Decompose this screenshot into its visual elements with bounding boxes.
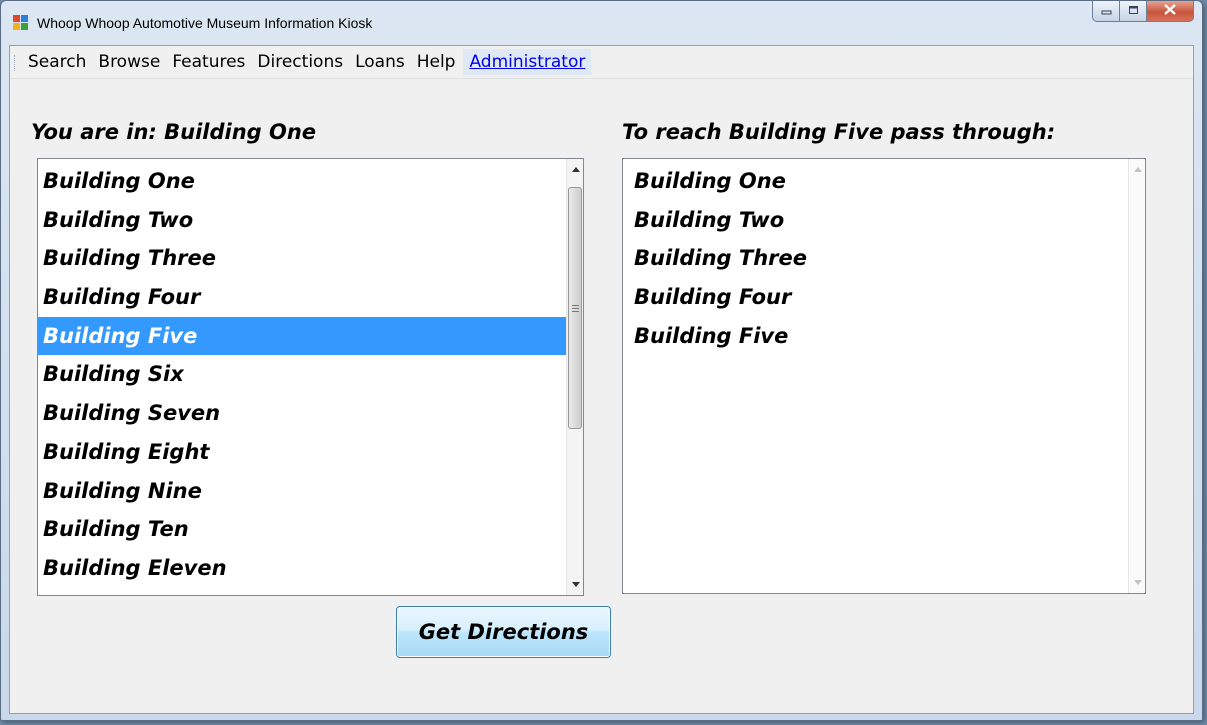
building-list-item-selected[interactable]: Building Five: [38, 316, 566, 356]
menu-directions[interactable]: Directions: [253, 49, 351, 75]
maximize-icon: [1128, 5, 1139, 17]
scroll-down-icon: [1129, 574, 1145, 591]
route-list-item[interactable]: Building Four: [629, 278, 1145, 317]
route-list-item[interactable]: Building Two: [629, 201, 1145, 240]
route-list-item[interactable]: Building One: [629, 162, 1145, 201]
title-bar[interactable]: Whoop Whoop Automotive Museum Informatio…: [1, 1, 1202, 45]
scroll-up-icon[interactable]: [567, 161, 583, 178]
building-list-item[interactable]: Building Two: [38, 201, 583, 240]
building-list-item[interactable]: Building Nine: [38, 472, 583, 511]
route-list: Building One Building Two Building Three…: [623, 159, 1145, 355]
building-list-item[interactable]: Building Eleven: [38, 549, 583, 588]
building-list-scrollbar[interactable]: [566, 159, 583, 595]
building-list-item[interactable]: Building Ten: [38, 510, 583, 549]
route-heading: To reach Building Five pass through:: [622, 120, 1056, 144]
menu-features[interactable]: Features: [168, 49, 253, 75]
current-location-heading: You are in: Building One: [31, 120, 317, 144]
menu-grip: [14, 55, 16, 71]
menu-browse[interactable]: Browse: [94, 49, 168, 75]
building-list-item[interactable]: Building Three: [38, 239, 583, 278]
menu-loans[interactable]: Loans: [351, 49, 413, 75]
client-area: Search Browse Features Directions Loans …: [9, 45, 1194, 714]
route-list-item[interactable]: Building Three: [629, 239, 1145, 278]
window-title: Whoop Whoop Automotive Museum Informatio…: [37, 15, 373, 31]
minimize-button[interactable]: [1092, 1, 1120, 22]
app-icon: [13, 15, 29, 31]
menu-help[interactable]: Help: [413, 49, 464, 75]
building-list-item[interactable]: Building Six: [38, 355, 583, 394]
maximize-button[interactable]: [1120, 1, 1147, 22]
administrator-link[interactable]: Administrator: [463, 49, 592, 75]
scroll-grip-icon: [571, 304, 579, 312]
get-directions-button[interactable]: Get Directions: [396, 606, 611, 658]
caption-buttons: [1092, 1, 1194, 22]
building-list-item[interactable]: Building Eight: [38, 433, 583, 472]
building-list: Building One Building Two Building Three…: [38, 159, 583, 588]
close-icon: [1164, 4, 1176, 18]
menu-search[interactable]: Search: [24, 49, 94, 75]
route-list-scrollbar: [1128, 159, 1145, 593]
kiosk-window: Whoop Whoop Automotive Museum Informatio…: [0, 0, 1203, 721]
building-list-item[interactable]: Building Four: [38, 278, 583, 317]
route-listbox[interactable]: Building One Building Two Building Three…: [622, 158, 1146, 594]
minimize-icon: [1101, 5, 1112, 17]
close-button[interactable]: [1147, 1, 1194, 22]
building-list-item[interactable]: Building Seven: [38, 394, 583, 433]
building-list-item[interactable]: Building One: [38, 162, 583, 201]
menu-bar: Search Browse Features Directions Loans …: [10, 46, 1193, 79]
scroll-down-icon[interactable]: [567, 576, 583, 593]
building-listbox[interactable]: Building One Building Two Building Three…: [37, 158, 584, 596]
scroll-thumb[interactable]: [568, 187, 582, 429]
scroll-up-icon: [1129, 161, 1145, 178]
route-list-item[interactable]: Building Five: [629, 317, 1145, 356]
